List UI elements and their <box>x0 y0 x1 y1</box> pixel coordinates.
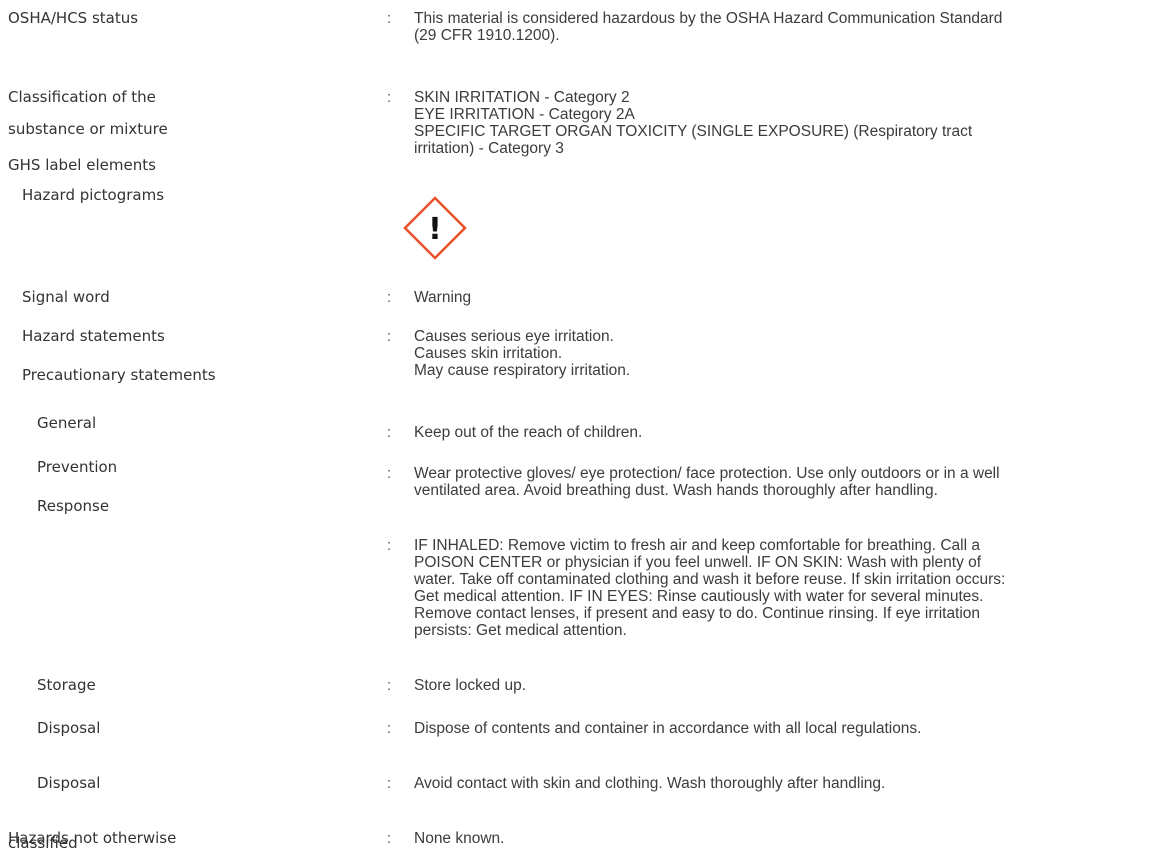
hazard-statements-label: Hazard statements <box>22 327 165 345</box>
hnoc-colon: : <box>387 830 392 847</box>
classification-label-line1: Classification of the <box>8 88 156 106</box>
classification-value: SKIN IRRITATION - Category 2 EYE IRRITAT… <box>414 89 973 157</box>
signal-word-value: Warning <box>414 289 472 306</box>
signal-word-colon: : <box>387 289 392 306</box>
prevention-value: Wear protective gloves/ eye protection/ … <box>414 465 1000 499</box>
precautionary-statements-heading: Precautionary statements <box>22 366 216 384</box>
disposal-value-2: Avoid contact with skin and clothing. Wa… <box>414 775 886 792</box>
disposal-value: Dispose of contents and container in acc… <box>414 720 922 737</box>
disposal-colon: : <box>387 720 392 737</box>
osha-hcs-status-colon: : <box>387 10 392 27</box>
prevention-colon: : <box>387 465 392 482</box>
storage-value: Store locked up. <box>414 677 527 694</box>
osha-hcs-status-value: This material is considered hazardous by… <box>414 10 1003 44</box>
hnoc-label-line2: classified <box>8 834 78 852</box>
general-value: Keep out of the reach of children. <box>414 424 643 441</box>
prevention-label: Prevention <box>37 458 118 476</box>
storage-label: Storage <box>37 676 96 694</box>
hazard-pictograms-label: Hazard pictograms <box>22 186 165 204</box>
ghs-label-elements-heading: GHS label elements <box>8 156 156 174</box>
disposal-label-2: Disposal <box>37 774 101 792</box>
general-colon: : <box>387 424 392 441</box>
response-colon: : <box>387 537 392 554</box>
classification-label-line2: substance or mixture <box>8 120 168 138</box>
signal-word-label: Signal word <box>22 288 110 306</box>
classification-colon: : <box>387 89 392 106</box>
exclamation-mark-diamond-icon: ! <box>403 196 467 260</box>
hnoc-value: None known. <box>414 830 505 847</box>
hazard-statements-colon: : <box>387 328 392 345</box>
general-label: General <box>37 414 97 432</box>
hazard-statements-value: Causes serious eye irritation. Causes sk… <box>414 328 631 379</box>
disposal-colon-2: : <box>387 775 392 792</box>
osha-hcs-status-label: OSHA/HCS status <box>8 9 139 27</box>
disposal-label: Disposal <box>37 719 101 737</box>
svg-text:!: ! <box>428 212 442 247</box>
response-label: Response <box>37 497 110 515</box>
response-value: IF INHALED: Remove victim to fresh air a… <box>414 537 1006 639</box>
storage-colon: : <box>387 677 392 694</box>
